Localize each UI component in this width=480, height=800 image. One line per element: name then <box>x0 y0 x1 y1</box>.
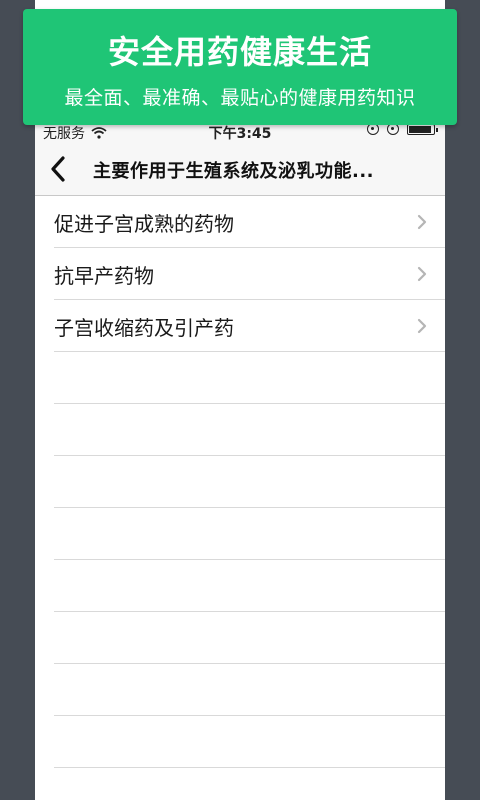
navigation-bar: 主要作用于生殖系统及泌乳功能... <box>35 144 445 196</box>
empty-row <box>54 612 445 664</box>
battery-icon <box>407 123 438 135</box>
list-item-label: 抗早产药物 <box>54 264 154 288</box>
empty-row <box>54 560 445 612</box>
banner-title: 安全用药健康生活 <box>107 33 372 71</box>
list-item[interactable]: 促进子宫成熟的药物 <box>54 196 445 248</box>
empty-row <box>54 404 445 456</box>
empty-row <box>54 456 445 508</box>
empty-row <box>54 664 445 716</box>
empty-row <box>54 508 445 560</box>
empty-row <box>54 352 445 404</box>
chevron-right-icon <box>417 214 427 230</box>
chevron-left-icon <box>51 156 65 182</box>
page-title: 主要作用于生殖系统及泌乳功能... <box>93 161 375 182</box>
list-item-label: 促进子宫成熟的药物 <box>54 212 234 236</box>
empty-row <box>54 716 445 768</box>
category-list: 促进子宫成熟的药物 抗早产药物 子宫收缩药及引产药 <box>35 196 445 768</box>
chevron-right-icon <box>417 266 427 282</box>
promo-banner: 安全用药健康生活 最全面、最准确、最贴心的健康用药知识 <box>23 9 457 125</box>
chevron-right-icon <box>417 318 427 334</box>
list-item-label: 子宫收缩药及引产药 <box>54 316 234 340</box>
list-item[interactable]: 子宫收缩药及引产药 <box>54 300 445 352</box>
list-item[interactable]: 抗早产药物 <box>54 248 445 300</box>
back-button[interactable] <box>41 150 75 188</box>
banner-subtitle: 最全面、最准确、最贴心的健康用药知识 <box>64 87 416 109</box>
